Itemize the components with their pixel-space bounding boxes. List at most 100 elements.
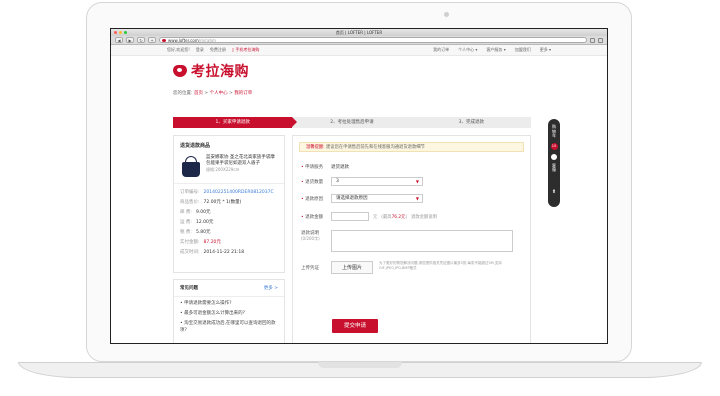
order-row: 订单编号: 201402251400RDER0812037C bbox=[180, 188, 278, 198]
cart-link[interactable]: 购物车 bbox=[552, 124, 557, 139]
amount-max-suffix: ) bbox=[405, 214, 408, 220]
description-textarea[interactable] bbox=[331, 230, 513, 252]
favicon-icon bbox=[162, 39, 166, 42]
forward-button[interactable]: ▶ bbox=[126, 37, 134, 43]
amount-paid: 87.20元 bbox=[203, 240, 221, 245]
logo-text[interactable]: 考拉海购 bbox=[191, 61, 249, 81]
breadcrumb-separator: > bbox=[202, 91, 210, 96]
reason-label-text: 退款原因 bbox=[305, 196, 324, 202]
order-row-label: 税 费: bbox=[180, 230, 192, 235]
cart-count-badge: 10 bbox=[550, 142, 558, 150]
order-row-label: 实付金额: bbox=[180, 240, 200, 245]
reason-value: 请选择退款原因 bbox=[336, 196, 368, 201]
my-orders-link[interactable]: 我的订单 bbox=[433, 47, 449, 53]
breadcrumb-my-orders[interactable]: 我的订单 bbox=[234, 91, 252, 96]
proof-row: 上传凭证 上传图片 为了更好的帮您解决问题,请您提供相关凭证图片最多5张,每张不… bbox=[293, 261, 514, 274]
bag-body-shape bbox=[182, 162, 200, 177]
proof-label: 上传凭证 bbox=[301, 266, 319, 271]
back-to-top-icon[interactable]: ⬆ bbox=[552, 189, 556, 195]
order-details: 订单编号: 201402251400RDER0812037C 商品售价: 72.00… bbox=[174, 184, 284, 262]
chevron-down-icon: ▼ bbox=[415, 196, 419, 201]
faq-item[interactable]: • 申请退款需要怎么操作? bbox=[174, 297, 284, 307]
minimize-window-icon[interactable] bbox=[119, 31, 122, 34]
amount-row: • 退款金额 元 (最高76.2元) 退款金额说明 bbox=[293, 212, 437, 221]
logo-row: 考拉海购 bbox=[111, 56, 607, 86]
order-row-label: 运 费: bbox=[180, 220, 192, 225]
close-window-icon[interactable] bbox=[114, 31, 117, 34]
more-menu[interactable]: 更多 ▾ bbox=[540, 47, 551, 53]
notice-tip: 温馨提醒: bbox=[306, 145, 325, 150]
notice-banner: 温馨提醒: 建议您在申请售后前先和在线客服沟通退货退款细节 bbox=[299, 142, 524, 152]
user-center-menu[interactable]: 个人中心 ▾ bbox=[458, 47, 477, 53]
step-complete-refund: 3、完成退款 bbox=[411, 117, 531, 128]
reason-label: • 退款原因 bbox=[301, 196, 324, 202]
submit-application-button[interactable]: 提交申请 bbox=[332, 319, 378, 333]
window-controls[interactable] bbox=[114, 31, 127, 34]
quantity-label-text: 退货数量 bbox=[305, 179, 324, 185]
kaola-logo-icon[interactable] bbox=[173, 65, 187, 77]
order-row-label: 订单编号: bbox=[180, 190, 200, 195]
progress-steps: 1、买家申请退款 2、考拉处理售后申请 3、完成退款 bbox=[173, 117, 531, 128]
join-us-link[interactable]: 加盟我们 bbox=[515, 47, 531, 53]
laptop-notch bbox=[318, 362, 402, 368]
share-icon[interactable] bbox=[590, 37, 595, 43]
faq-more-link[interactable]: 更多 > bbox=[264, 285, 278, 291]
amount-max: (最高76.2元) bbox=[381, 214, 407, 220]
faq-item[interactable]: • 最多可退金额怎么计算出来的? bbox=[174, 307, 284, 317]
amount-max-prefix: (最高 bbox=[381, 214, 392, 220]
refund-form: 温馨提醒: 建议您在申请售后前先和在线客服沟通退货退款细节 • 申请服务 退货退… bbox=[292, 135, 531, 343]
service-label: • 申请服务 bbox=[301, 165, 324, 170]
deal-time: 2014-11-22 21:18 bbox=[203, 250, 245, 255]
product-name[interactable]: 蓝安娜家协 圣之花北高家族手袋摩包能果手袋尼如遊双人盾子 bbox=[206, 155, 278, 167]
upload-hint: 为了更好的帮您解决问题,请您提供相关凭证图片最多5张,每张不能超过5M,支持GI… bbox=[379, 261, 502, 270]
faq-item[interactable]: • 淘宝交易退款成功后,在哪里可以查询退回的款项? bbox=[174, 317, 284, 334]
back-button[interactable]: ◀ bbox=[115, 37, 123, 43]
customer-service-menu[interactable]: 客户服务 ▾ bbox=[486, 47, 505, 53]
screen: 首页 | LOFTER | LOFTER ◀ ▶ ↻ + www.lofter.… bbox=[110, 28, 608, 344]
unit-price: 72.00元 * 1(数量) bbox=[203, 200, 242, 205]
order-row-label: 成交时间: bbox=[180, 250, 200, 255]
maximize-window-icon[interactable] bbox=[124, 31, 127, 34]
faq-title: 常见问题 bbox=[180, 286, 198, 291]
faq-header: 常见问题 更多 > bbox=[174, 280, 284, 297]
breadcrumb: 您的位置: 首页 > 个人中心 > 我的订单 bbox=[111, 90, 607, 98]
customer-service-icon[interactable] bbox=[551, 153, 557, 160]
description-row: 退款说明 (0/200字) bbox=[293, 230, 513, 252]
register-link[interactable]: 免费注册 bbox=[210, 47, 226, 53]
amount-help-link[interactable]: 退款金额说明 bbox=[411, 214, 437, 220]
upload-image-button[interactable]: 上传图片 bbox=[331, 261, 373, 274]
reason-select[interactable]: 请选择退款原因 ▼ bbox=[331, 194, 423, 203]
amount-input[interactable] bbox=[331, 212, 369, 221]
order-row-label: 邮 费: bbox=[180, 210, 192, 215]
reason-row: • 退款原因 请选择退款原因 ▼ bbox=[293, 194, 423, 203]
description-counter: (0/200字) bbox=[301, 236, 320, 241]
product-panel-title: 退货退款商品 bbox=[180, 143, 211, 149]
address-bar[interactable]: www.lofter.com/m/rahm bbox=[159, 37, 587, 43]
quantity-select[interactable]: 3 ▼ bbox=[331, 177, 423, 186]
right-sidebar-toolbar: 购物车 10 客服 ⬆ bbox=[548, 119, 560, 207]
customer-service-link[interactable]: 客服 bbox=[552, 163, 557, 173]
product-image[interactable] bbox=[180, 155, 201, 179]
shipping-fee: 12.00元 bbox=[195, 220, 214, 225]
quantity-value: 3 bbox=[336, 179, 339, 184]
description-label: 退款说明 (0/200字) bbox=[301, 230, 331, 242]
breadcrumb-home[interactable]: 首页 bbox=[194, 91, 203, 96]
welcome-text: 您好,欢迎您! bbox=[167, 47, 190, 52]
postage: 9.00元 bbox=[195, 210, 211, 215]
login-link[interactable]: 登录 bbox=[196, 47, 204, 53]
amount-label: • 退款金额 bbox=[301, 214, 324, 220]
order-row: 商品售价: 72.00元 * 1(数量) bbox=[180, 198, 278, 208]
mobile-app-link[interactable]: ▯ 手机考拉海购 bbox=[232, 47, 259, 53]
breadcrumb-prefix: 您的位置: bbox=[173, 91, 193, 96]
url-domain: www.lofter.com bbox=[168, 38, 199, 43]
breadcrumb-user-center[interactable]: 个人中心 bbox=[210, 91, 228, 96]
amount-unit: 元 bbox=[373, 214, 378, 220]
order-row: 税 费: 5.80元 bbox=[180, 228, 278, 238]
order-row: 邮 费: 9.00元 bbox=[180, 208, 278, 218]
notice-text: 建议您在申请售后前先和在线客服沟通退货退款细节 bbox=[326, 145, 425, 150]
reload-button[interactable]: ↻ bbox=[137, 37, 145, 43]
add-tab-button[interactable]: + bbox=[148, 37, 156, 43]
order-number[interactable]: 201402251400RDER0812037C bbox=[204, 190, 274, 195]
mobile-app-label: 手机考拉海购 bbox=[235, 47, 260, 52]
tabs-overview-icon[interactable] bbox=[598, 37, 603, 43]
